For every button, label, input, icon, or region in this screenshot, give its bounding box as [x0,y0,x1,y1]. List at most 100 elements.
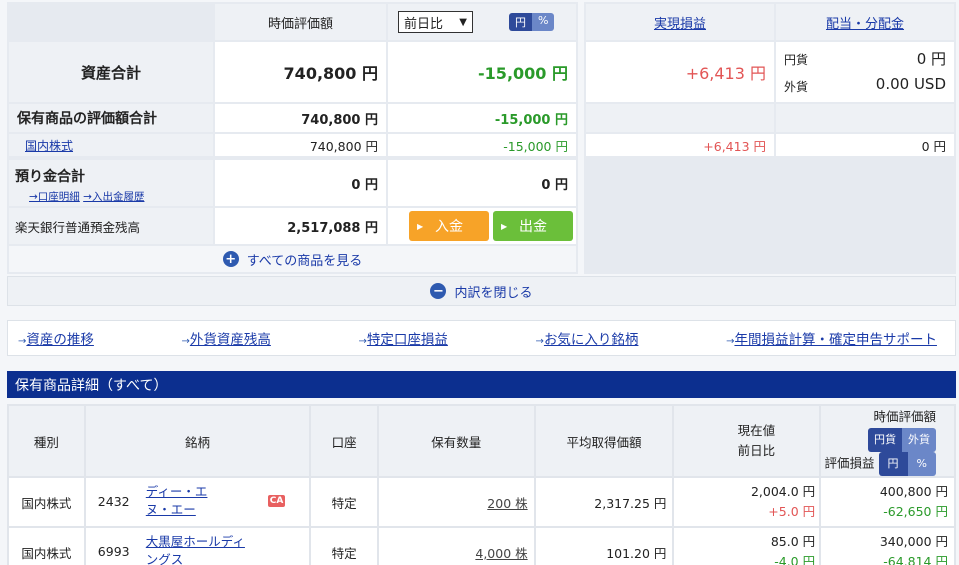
deposit-history-link[interactable]: →入出金履歴 [83,191,144,203]
unit-pct[interactable]: % [532,13,555,31]
seg-fx[interactable]: 外貨 [902,428,936,452]
bank-value: 2,517,088 円 [215,208,386,244]
th-pl-label: 評価損益 [824,455,875,471]
link-favorites[interactable]: →お気に入り銘柄 [536,328,639,348]
bank-label: 楽天銀行普通預金残高 [9,208,213,244]
div-fx-label: 外貨 [784,80,809,94]
period-select[interactable]: 前日比 ▼ [398,11,473,33]
th-price-label: 現在値 [737,423,776,438]
th-avg: 平均取得価額 [533,404,675,478]
row-qty[interactable]: 200 株 [376,476,536,528]
ca-badge-icon[interactable]: CA [267,495,286,507]
col-header-dividend[interactable]: 配当・分配金 [776,4,954,40]
link-tax-support[interactable]: →年間損益計算・確定申告サポート [726,328,937,348]
plus-icon: + [222,251,239,267]
row-account: 特定 [309,526,379,565]
minus-icon: − [430,283,447,299]
chevron-down-icon: ▼ [459,16,467,28]
row-change: -4.0 円 [774,554,816,565]
row-code: 2432 [97,494,130,509]
deposit-value: 0 円 [215,160,386,206]
domestic-value: 740,800 円 [215,134,386,156]
div-jpy-label: 円貨 [784,53,809,67]
holdings-total-change: -15,000 円 [388,104,576,132]
col-header-change: 前日比 ▼ 円 % [388,4,576,40]
th-type: 種別 [7,404,86,478]
holdings-realized-blank [586,104,774,132]
link-asset-history[interactable]: →資産の推移 [18,328,94,348]
row-account: 特定 [309,476,379,528]
dividend-box: 円貨 0 円 外貨 0.00 USD [776,42,954,102]
holdings-total-label: 保有商品の評価額合計 [9,104,213,132]
row-type: 国内株式 [7,526,86,565]
row-type: 国内株式 [7,476,86,528]
table-row: 国内株式 2432 ディー・エヌ・エー CA 特定 200 株 2,317.25… [7,476,956,528]
deposit-label: 預り金合計 [15,169,85,185]
details-title: 保有商品詳細（すべて） [15,377,168,394]
value-currency-toggle[interactable]: 円貨 外貨 [868,428,936,452]
total-assets-change: -15,000 円 [388,42,576,102]
account-detail-link[interactable]: →口座明細 [29,191,80,203]
row-code: 6993 [97,544,130,559]
row-name-link[interactable]: 大黒屋ホールディングス [146,533,256,565]
total-assets-value: 740,800 円 [215,42,386,102]
th-value: 時価評価額 円貨 外貨 評価損益 円% [819,404,956,478]
close-breakdown-button[interactable]: − 内訳を閉じる [7,276,956,306]
row-name-link[interactable]: ディー・エヌ・エー [146,483,228,519]
col-header-realized[interactable]: 実現損益 [586,4,774,40]
deposit-button[interactable]: ▶ 入金 [409,211,489,241]
row-name-cell: 6993 大黒屋ホールディングス [83,526,312,565]
domestic-dividend: 0 円 [776,134,954,156]
row-avg: 101.20 円 [533,526,675,565]
link-fx-assets[interactable]: →外貨資産残高 [182,328,271,348]
div-jpy-value: 0 円 [916,50,946,68]
view-all-button[interactable]: + すべての商品を見る [9,246,576,272]
seg-jpy[interactable]: 円貨 [868,428,902,452]
th-change-label: 前日比 [737,443,776,458]
row-value: 400,800 円 [879,484,948,499]
th-price: 現在値 前日比 [672,404,822,478]
th-account: 口座 [309,404,379,478]
row-qty[interactable]: 4,000 株 [376,526,536,565]
table-row: 国内株式 6993 大黒屋ホールディングス 特定 4,000 株 101.20 … [7,526,956,565]
unit-yen[interactable]: 円 [509,13,532,31]
holdings-total-value: 740,800 円 [215,104,386,132]
table-header-row: 種別 銘柄 口座 保有数量 平均取得価額 現在値 前日比 時価評価額 円貨 外貨 … [7,404,956,478]
withdraw-button[interactable]: ▶ 出金 [493,211,573,241]
row-change: +5.0 円 [768,504,816,519]
total-assets-label: 資産合計 [9,42,213,102]
row-name-cell: 2432 ディー・エヌ・エー CA [83,476,312,528]
holdings-dividend-blank [776,104,954,132]
quick-links-bar: →資産の推移 →外貨資産残高 →特定口座損益 →お気に入り銘柄 →年間損益計算・… [7,320,956,356]
holdings-table: 種別 銘柄 口座 保有数量 平均取得価額 現在値 前日比 時価評価額 円貨 外貨 … [7,404,956,565]
th-name: 銘柄 [83,404,312,478]
domestic-label[interactable]: 国内株式 [9,134,213,156]
col-header-valuation: 時価評価額 [215,4,386,40]
row-value: 340,000 円 [879,534,948,549]
unit-toggle[interactable]: 円 % [509,13,555,31]
details-title-bar: 保有商品詳細（すべて） [7,371,956,398]
th-value-label: 時価評価額 [873,409,936,424]
domestic-change: -15,000 円 [388,134,576,156]
seg-yen[interactable]: 円 [878,452,908,476]
deposit-label-box: 預り金合計 →口座明細 →入出金履歴 [9,160,213,206]
row-avg: 2,317.25 円 [533,476,675,528]
row-pl: -62,650 円 [883,504,948,519]
seg-pct[interactable]: % [907,452,936,476]
pl-unit-toggle[interactable]: 円% [878,452,936,476]
row-value-cell: 400,800 円 -62,650 円 [819,476,956,528]
triangle-right-icon: ▶ [417,221,424,231]
domestic-realized: +6,413 円 [586,134,774,156]
deposit-change: 0 円 [388,160,576,206]
row-price-cell: 2,004.0 円 +5.0 円 [672,476,822,528]
row-price: 2,004.0 円 [750,484,816,499]
row-price-cell: 85.0 円 -4.0 円 [672,526,822,565]
link-specific-account[interactable]: →特定口座損益 [359,328,448,348]
realized-value: +6,413 円 [586,42,774,102]
row-price: 85.0 円 [770,534,816,549]
th-qty: 保有数量 [376,404,536,478]
row-value-cell: 340,000 円 -64,814 円 [819,526,956,565]
row-pl: -64,814 円 [883,554,948,565]
div-fx-value: 0.00 USD [875,75,946,93]
triangle-right-icon: ▶ [501,221,508,231]
